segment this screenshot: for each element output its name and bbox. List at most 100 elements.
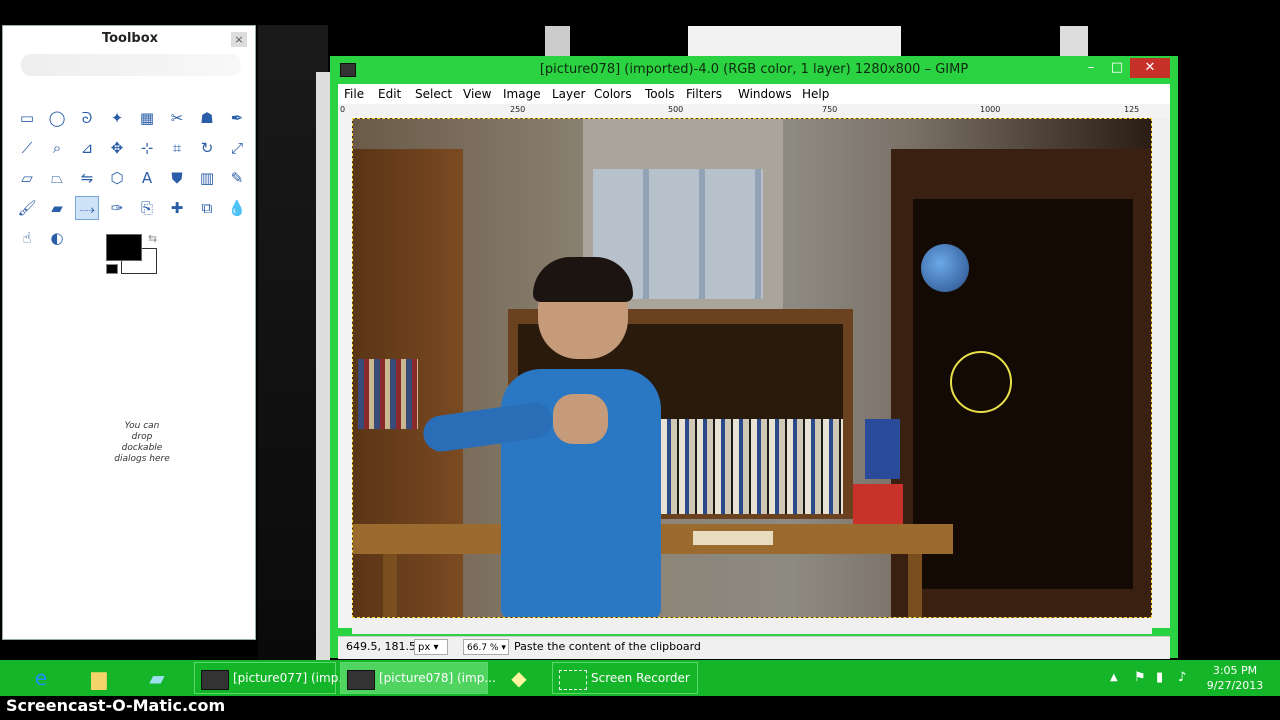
clock-time: 3:05 PM (1212, 664, 1258, 677)
volume-icon[interactable]: ♪ (1178, 660, 1186, 696)
ruler-label: 500 (668, 105, 684, 114)
photo-desk-leg (908, 554, 922, 617)
tray-expand-icon[interactable]: ▲ (1110, 660, 1118, 696)
vertical-scrollbar[interactable] (1152, 118, 1170, 628)
move-icon[interactable]: ✥ (105, 136, 129, 160)
cage-icon[interactable]: ⬡ (105, 166, 129, 190)
taskbar-button-picture077[interactable]: [picture077] (imp... (194, 662, 350, 694)
toolbox-close-button[interactable]: × (231, 32, 247, 47)
clock[interactable]: 3:05 PM 9/27/2013 (1200, 663, 1270, 693)
taskbar-button-label: [picture078] (imp... (379, 671, 496, 685)
gimp-thumb-icon (347, 670, 375, 690)
menu-windows[interactable]: Windows (738, 84, 792, 104)
title-bar[interactable]: [picture078] (imported)-4.0 (RGB color, … (330, 56, 1178, 84)
color-picker-icon[interactable]: ⟋ (15, 136, 39, 160)
pencil-icon[interactable]: ✎ (225, 166, 249, 190)
ruler-label: 0 (340, 105, 346, 114)
watermark: Screencast-O-Matic.com (6, 696, 226, 715)
flip-icon[interactable]: ⇋ (75, 166, 99, 190)
close-button[interactable]: ✕ (1130, 58, 1170, 78)
status-bar: 649.5, 181.5 px ▾ 66.7 % ▾ Paste the con… (338, 636, 1170, 659)
ellipse-select-icon[interactable]: ◯ (45, 106, 69, 130)
file-explorer-icon[interactable]: ▆ (86, 665, 112, 691)
free-select-icon[interactable]: ᘐ (75, 106, 99, 130)
swap-colors-icon[interactable]: ⇆ (148, 232, 157, 245)
heal-icon[interactable]: ✚ (165, 196, 189, 220)
taskbar-button-picture078[interactable]: [picture078] (imp... (340, 662, 496, 694)
scissors-select-icon[interactable]: ✂ (165, 106, 189, 130)
eraser-icon[interactable]: ▰ (45, 196, 69, 220)
blend-icon[interactable]: ▥ (195, 166, 219, 190)
ruler-label: 750 (822, 105, 838, 114)
foreground-color-swatch[interactable] (106, 234, 142, 261)
zoom-icon[interactable]: ⌕ (45, 136, 69, 160)
rect-select-icon[interactable]: ▭ (15, 106, 39, 130)
text-icon[interactable]: A (135, 166, 159, 190)
measure-icon[interactable]: ⊿ (75, 136, 99, 160)
image-canvas[interactable] (352, 118, 1152, 618)
pointer-coordinates: 649.5, 181.5 (346, 640, 416, 653)
cursor-highlight-circle (950, 351, 1012, 413)
menu-bar: File Edit Select View Image Layer Colors Tools F… (338, 84, 1170, 104)
menu-tools[interactable]: Tools (645, 84, 675, 104)
screen-recorder-icon (559, 670, 587, 690)
notepad-icon[interactable]: ▰ (144, 665, 170, 691)
unit-dropdown[interactable]: px ▾ (414, 639, 448, 655)
taskbar-button-screen-recorder[interactable]: Screen Recorder (552, 662, 698, 694)
toolbox-title: Toolbox (101, 31, 159, 46)
airbrush-icon[interactable]: ⤏ (75, 196, 99, 220)
rotate-icon[interactable]: ↻ (195, 136, 219, 160)
menu-select[interactable]: Select (415, 84, 452, 104)
minimize-button[interactable]: – (1078, 58, 1104, 78)
default-colors-icon[interactable] (106, 264, 118, 274)
paths-icon[interactable]: ✒ (225, 106, 249, 130)
ruler-vertical[interactable] (338, 118, 353, 628)
menu-image[interactable]: Image (503, 84, 541, 104)
zoom-dropdown[interactable]: 66.7 % ▾ (463, 639, 509, 655)
color-select-icon[interactable]: ▦ (135, 106, 159, 130)
photo-paper (693, 531, 773, 545)
folder-icon[interactable]: ◆ (506, 665, 532, 691)
ruler-horizontal[interactable]: 0 250 500 750 1000 125 (338, 104, 1170, 119)
blur-icon[interactable]: 💧 (225, 196, 249, 220)
smudge-icon[interactable]: ☝ (15, 226, 39, 250)
desktop-light-patch (1060, 26, 1088, 56)
bucket-fill-icon[interactable]: ⛊ (165, 166, 189, 190)
paintbrush-icon[interactable]: 🖌 (15, 196, 39, 220)
internet-explorer-icon[interactable]: e (28, 665, 54, 691)
dock-hint-text: You can drop dockable dialogs here (114, 421, 170, 464)
taskbar-button-label: [picture077] (imp... (233, 671, 350, 685)
menu-edit[interactable]: Edit (378, 84, 401, 104)
ruler-label: 250 (510, 105, 526, 114)
shear-icon[interactable]: ▱ (15, 166, 39, 190)
action-center-icon[interactable]: ⚑ (1134, 660, 1146, 696)
horizontal-scrollbar[interactable] (352, 618, 1152, 634)
photo-thumbs-up-hand (553, 394, 608, 444)
ink-icon[interactable]: ✑ (105, 196, 129, 220)
menu-filters[interactable]: Filters (686, 84, 722, 104)
background-window-edge (316, 72, 330, 660)
taskbar: e ▆ ▰ [picture077] (imp... [picture078] … (0, 660, 1280, 696)
menu-file[interactable]: File (344, 84, 364, 104)
photo-globe (921, 244, 969, 292)
photo-desk-leg (383, 554, 397, 617)
clock-date: 9/27/2013 (1206, 679, 1264, 692)
perspective-icon[interactable]: ⏢ (45, 166, 69, 190)
menu-help[interactable]: Help (802, 84, 829, 104)
fuzzy-select-icon[interactable]: ✦ (105, 106, 129, 130)
crop-icon[interactable]: ⌗ (165, 136, 189, 160)
dodge-icon[interactable]: ◐ (45, 226, 69, 250)
foreground-select-icon[interactable]: ☗ (195, 106, 219, 130)
scale-icon[interactable]: ⤢ (225, 136, 249, 160)
desktop-right (1178, 60, 1280, 660)
perspective-clone-icon[interactable]: ⧉ (195, 196, 219, 220)
menu-view[interactable]: View (463, 84, 491, 104)
photo-blue-box (865, 419, 900, 479)
align-icon[interactable]: ⊹ (135, 136, 159, 160)
toolbox-wilber-decoration (21, 54, 241, 76)
network-icon[interactable]: ▮ (1156, 660, 1163, 696)
menu-colors[interactable]: Colors (594, 84, 632, 104)
maximize-button[interactable]: □ (1104, 58, 1130, 78)
clone-icon[interactable]: ⎘ (135, 196, 159, 220)
menu-layer[interactable]: Layer (552, 84, 585, 104)
